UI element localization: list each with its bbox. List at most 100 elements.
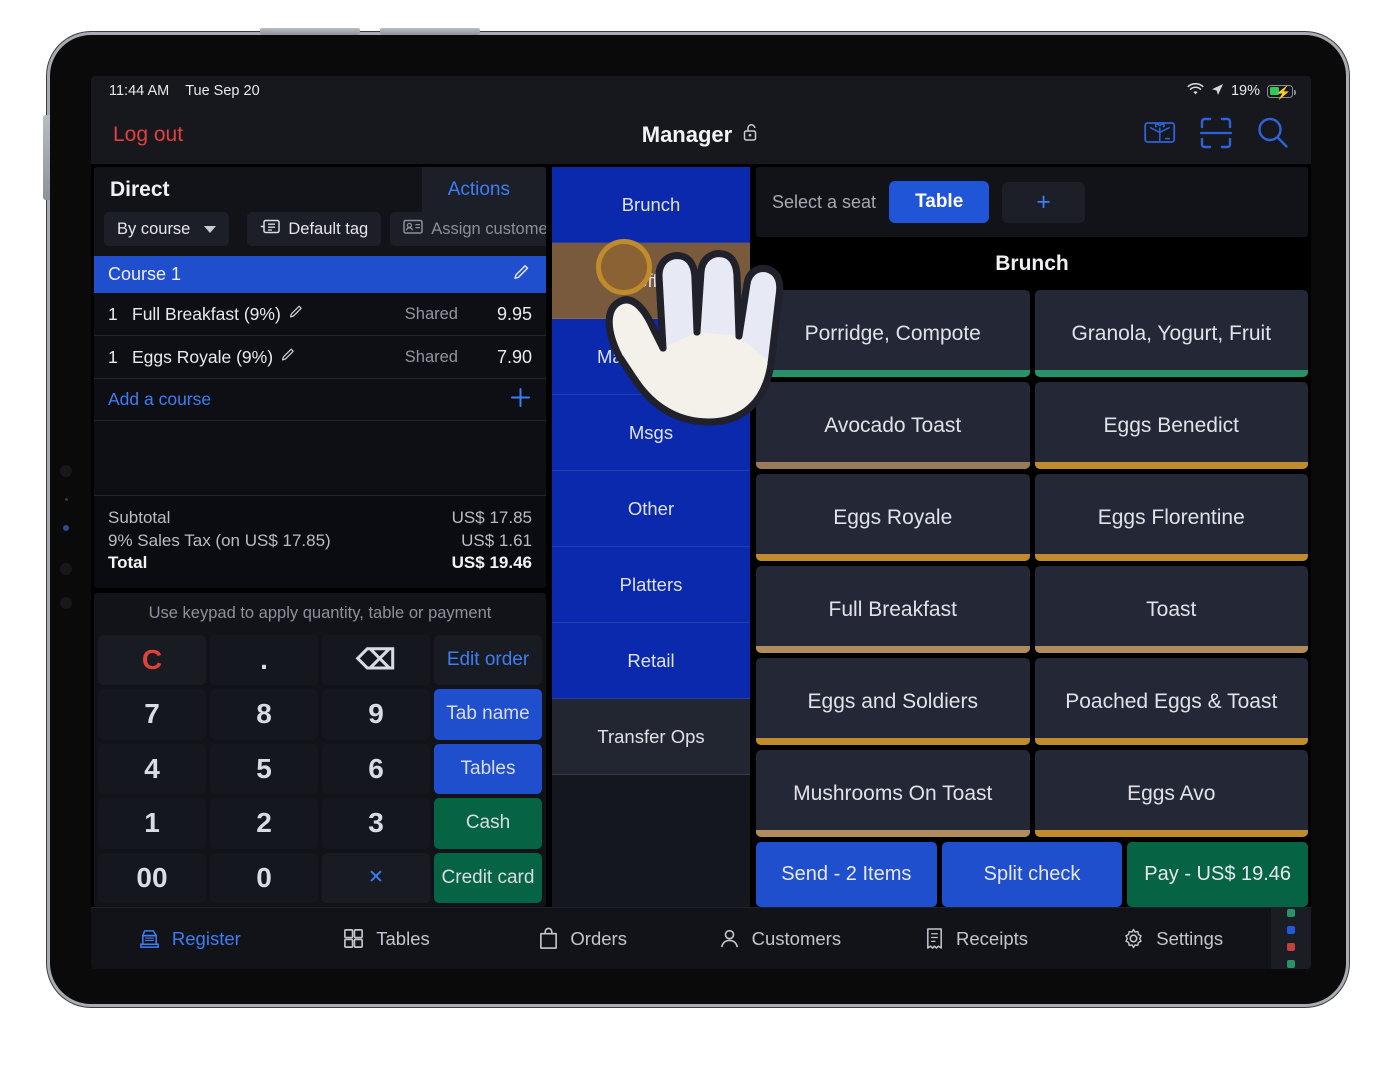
barcode-scan-icon[interactable] <box>1199 117 1233 154</box>
key-[interactable]: ⌫ <box>322 634 430 685</box>
product-tile-accent-bar <box>756 738 1030 745</box>
top-button-left <box>260 28 360 35</box>
product-tile[interactable]: Eggs and Soldiers <box>756 658 1030 745</box>
default-tag-button[interactable]: Default tag <box>247 212 382 246</box>
product-group-title: Brunch <box>756 241 1308 286</box>
top-button-right <box>380 28 480 35</box>
product-tile[interactable]: Eggs Florentine <box>1034 474 1308 561</box>
line-share: Shared <box>404 347 458 366</box>
tab-receipts[interactable]: Receipts <box>878 927 1075 950</box>
product-tile-label: Granola, Yogurt, Fruit <box>1071 321 1272 345</box>
key-edit-order[interactable]: Edit order <box>434 634 542 685</box>
receipt-icon <box>924 927 945 950</box>
edit-course-icon[interactable] <box>512 262 532 287</box>
assign-customer-button[interactable]: Assign customer <box>390 212 546 246</box>
key-00[interactable]: 00 <box>98 852 206 903</box>
line-name: Full Breakfast (9%) <box>132 303 281 324</box>
tab-register[interactable]: Register <box>91 927 288 950</box>
select-seat-label: Select a seat <box>772 191 877 212</box>
product-tile[interactable]: Porridge, Compote <box>756 290 1030 377</box>
edit-line-icon[interactable] <box>280 346 297 368</box>
course-label: Course 1 <box>108 264 182 284</box>
unlocked-padlock-icon <box>743 122 760 148</box>
sort-by-course-dropdown[interactable]: By course <box>104 212 230 246</box>
pay-button[interactable]: Pay - US$ 19.46 <box>1127 842 1309 907</box>
actions-button[interactable]: Actions <box>421 167 546 212</box>
tab-label: Customers <box>751 927 842 949</box>
battery-percent-label: 19% <box>1230 83 1260 99</box>
product-tile[interactable]: Full Breakfast <box>756 566 1030 653</box>
key-7[interactable]: 7 <box>98 689 206 740</box>
status-dot[interactable] <box>1287 943 1295 951</box>
course-header-row[interactable]: Course 1 <box>94 256 546 293</box>
category-brunch[interactable]: Brunch <box>552 167 750 243</box>
key-3[interactable]: 3 <box>322 798 430 849</box>
key-9[interactable]: 9 <box>322 689 430 740</box>
key-1[interactable]: 1 <box>98 798 206 849</box>
tab-label: Orders <box>570 927 627 949</box>
logout-button[interactable]: Log out <box>113 123 183 147</box>
product-tile[interactable]: Toast <box>1034 566 1308 653</box>
status-dots-group[interactable] <box>1271 908 1311 969</box>
category-transfer-ops[interactable]: Transfer Ops <box>552 699 750 775</box>
category-platters[interactable]: Platters <box>552 547 750 623</box>
product-tile[interactable]: Mushrooms On Toast <box>756 750 1030 837</box>
keypad-panel: Use keypad to apply quantity, table or p… <box>94 592 546 907</box>
battery-charging-icon: ⚡ <box>1267 84 1296 100</box>
status-dot[interactable] <box>1287 960 1295 968</box>
key-5[interactable]: 5 <box>210 743 318 794</box>
total-row: Total US$ 19.46 <box>108 552 532 575</box>
add-course-button[interactable]: Add a course <box>94 379 546 421</box>
tab-settings[interactable]: Settings <box>1074 927 1271 950</box>
key-2[interactable]: 2 <box>210 798 318 849</box>
product-tile[interactable]: Eggs Avo <box>1034 750 1308 837</box>
key-4[interactable]: 4 <box>98 743 206 794</box>
key-tab-name[interactable]: Tab name <box>434 689 542 740</box>
product-tile-accent-bar <box>1034 830 1308 837</box>
chevron-down-icon <box>204 225 217 233</box>
status-dot[interactable] <box>1287 926 1295 934</box>
send-button[interactable]: Send - 2 Items <box>756 842 937 907</box>
tab-orders[interactable]: Orders <box>484 927 681 950</box>
edit-line-icon[interactable] <box>288 303 305 325</box>
key-8[interactable]: 8 <box>210 689 318 740</box>
category-other[interactable]: Other <box>552 471 750 547</box>
page-title: Manager <box>641 122 733 147</box>
product-tile-label: Eggs and Soldiers <box>807 689 978 713</box>
key-[interactable]: ✕ <box>322 852 430 903</box>
key-6[interactable]: 6 <box>322 743 430 794</box>
key-credit-card[interactable]: Credit card <box>434 852 542 903</box>
product-tile[interactable]: Eggs Benedict <box>1034 382 1308 469</box>
key-0[interactable]: 0 <box>210 852 318 903</box>
gift-card-icon[interactable] <box>1144 120 1176 150</box>
tablet-device-frame: 11:44 AM Tue Sep 20 19% ⚡ Log out Manage <box>43 28 1349 1007</box>
add-seat-button[interactable]: + <box>1002 181 1085 223</box>
person-icon <box>718 927 741 950</box>
key-[interactable]: . <box>210 634 318 685</box>
product-tile[interactable]: Granola, Yogurt, Fruit <box>1034 290 1308 377</box>
location-arrow-icon <box>1211 83 1224 100</box>
cash-register-icon <box>138 927 161 950</box>
table-row[interactable]: 1 Eggs Royale (9%) Shared 7.90 <box>94 336 546 379</box>
search-icon[interactable] <box>1256 116 1289 154</box>
split-check-button[interactable]: Split check <box>941 842 1123 907</box>
tab-customers[interactable]: Customers <box>681 927 878 950</box>
line-price: 9.95 <box>496 303 532 324</box>
product-tile-accent-bar <box>756 830 1030 837</box>
status-dot[interactable] <box>1287 909 1295 917</box>
key-cash[interactable]: Cash <box>434 798 542 849</box>
default-tag-label: Default tag <box>288 219 369 238</box>
tab-label: Tables <box>376 927 430 949</box>
category-empty-space <box>552 775 750 907</box>
product-tile[interactable]: Eggs Royale <box>756 474 1030 561</box>
table-row[interactable]: 1 Full Breakfast (9%) Shared 9.95 <box>94 293 546 336</box>
order-toolbar: By course Default tag Assign customer <box>94 212 546 256</box>
seat-table-button[interactable]: Table <box>889 181 990 223</box>
key-tables[interactable]: Tables <box>434 743 542 794</box>
tab-tables[interactable]: Tables <box>288 927 485 950</box>
product-tile[interactable]: Avocado Toast <box>756 382 1030 469</box>
key-c[interactable]: C <box>98 634 206 685</box>
product-tile[interactable]: Poached Eggs & Toast <box>1034 658 1308 745</box>
product-tile-label: Eggs Florentine <box>1097 505 1245 529</box>
category-retail[interactable]: Retail <box>552 623 750 699</box>
